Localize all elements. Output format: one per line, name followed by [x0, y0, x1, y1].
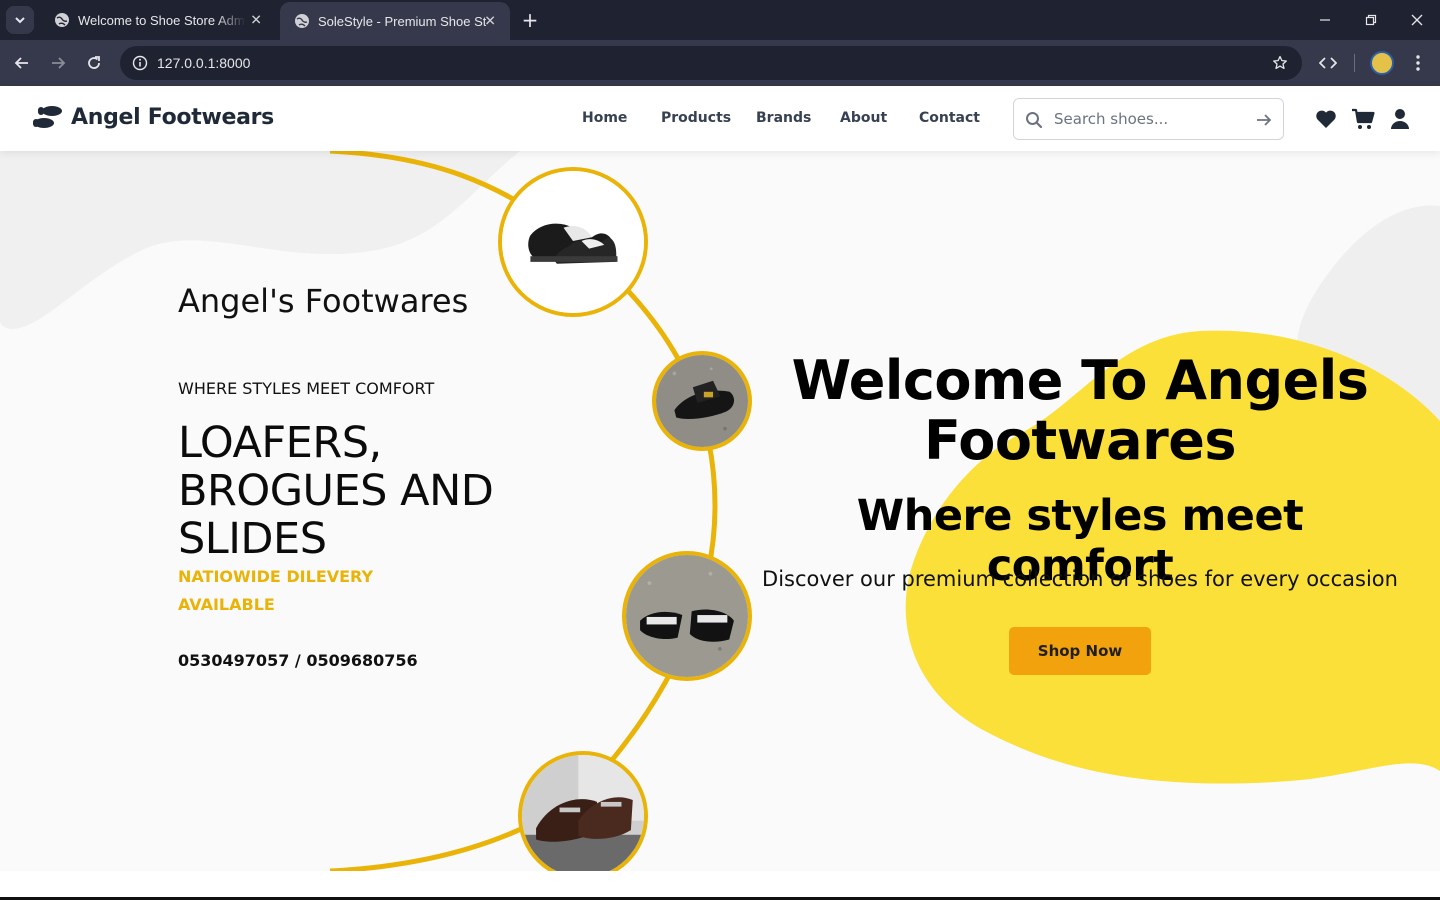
search-input[interactable]	[1054, 108, 1244, 130]
search-icon	[1026, 112, 1043, 129]
arrow-left-icon	[14, 57, 28, 69]
contact-phones: 0530497057 / 0509680756	[178, 651, 418, 670]
restore-button[interactable]	[1359, 8, 1383, 32]
tab-title: Welcome to Shoe Store Admin	[78, 12, 246, 28]
brand-name: Angel Footwears	[71, 104, 274, 130]
store-tagline: WHERE STYLES MEET COMFORT	[178, 379, 435, 398]
brown-mule-image	[522, 755, 644, 871]
brand-logo[interactable]: Angel Footwears	[32, 104, 274, 130]
hero-section: Angel's Footwares WHERE STYLES MEET COMF…	[0, 151, 1440, 871]
browser-tab-solestyle[interactable]: SoleStyle - Premium Shoe Store ✕	[280, 2, 510, 40]
bookmark-star-icon[interactable]	[1270, 53, 1290, 73]
browser-menu-button[interactable]	[1406, 51, 1430, 75]
product-circle-slide-versace[interactable]	[622, 551, 752, 681]
store-title: Angel's Footwares	[178, 282, 469, 320]
kebab-menu-icon	[1416, 55, 1420, 71]
close-window-button[interactable]	[1405, 8, 1429, 32]
reload-icon	[88, 56, 100, 69]
nav-about[interactable]: About	[840, 110, 887, 126]
url-text: 127.0.0.1:8000	[157, 55, 251, 71]
product-circle-loafer[interactable]	[498, 167, 648, 317]
profile-avatar[interactable]	[1370, 51, 1394, 75]
tab-search-button[interactable]	[6, 6, 34, 34]
forward-button[interactable]	[46, 51, 70, 75]
back-button[interactable]	[10, 51, 34, 75]
loafer-shoe-image	[502, 171, 644, 313]
patterned-slide-image	[626, 555, 748, 677]
nav-products[interactable]: Products	[661, 110, 731, 126]
cart-button[interactable]	[1351, 107, 1375, 131]
nav-brands[interactable]: Brands	[756, 110, 811, 126]
arrow-right-icon[interactable]	[1255, 111, 1273, 129]
globe-icon	[295, 14, 309, 28]
toolbar-divider	[1354, 54, 1355, 72]
devtools-button[interactable]	[1316, 51, 1340, 75]
site-header: Angel Footwears Home Products Brands Abo…	[0, 86, 1440, 151]
tab-title: SoleStyle - Premium Shoe Store	[318, 13, 486, 29]
nav-home[interactable]: Home	[582, 110, 627, 126]
globe-icon	[55, 13, 69, 27]
styles-headline: LOAFERS, BROGUES AND SLIDES	[178, 418, 494, 564]
chevron-down-icon	[15, 17, 25, 24]
wishlist-button[interactable]	[1314, 107, 1338, 131]
hero-heading: Welcome To Angels Footwares	[791, 349, 1369, 472]
section-divider	[0, 871, 1440, 900]
product-circle-slide-black[interactable]	[652, 351, 752, 451]
arrow-right-icon	[52, 57, 66, 69]
user-icon	[1391, 109, 1409, 129]
site-info-icon[interactable]	[130, 53, 150, 73]
minimize-icon	[1320, 19, 1330, 21]
close-icon	[1411, 14, 1423, 26]
restore-icon	[1365, 14, 1377, 26]
new-tab-button[interactable]: +	[518, 8, 542, 32]
browser-toolbar: 127.0.0.1:8000	[0, 40, 1440, 86]
product-circle-mule[interactable]	[518, 751, 648, 871]
hero-description: Discover our premium collection of shoes…	[762, 567, 1398, 591]
search-box	[1013, 98, 1284, 140]
black-slide-image	[656, 355, 748, 447]
delivery-notice: NATIOWIDE DILEVERY AVAILABLE	[178, 567, 374, 614]
heart-icon	[1316, 110, 1336, 128]
close-tab-icon[interactable]: ✕	[250, 12, 262, 29]
account-button[interactable]	[1388, 107, 1412, 131]
shop-now-button[interactable]: Shop Now	[1009, 627, 1151, 675]
reload-button[interactable]	[82, 51, 106, 75]
minimize-button[interactable]	[1313, 8, 1337, 32]
cart-icon	[1352, 108, 1375, 129]
address-bar[interactable]: 127.0.0.1:8000	[120, 46, 1302, 80]
browser-tabstrip: Welcome to Shoe Store Admin ✕ SoleStyle …	[0, 0, 1440, 40]
browser-tab-admin[interactable]: Welcome to Shoe Store Admin ✕	[40, 0, 276, 40]
code-icon	[1319, 57, 1337, 69]
nav-contact[interactable]: Contact	[919, 110, 980, 126]
close-tab-icon[interactable]: ✕	[484, 13, 496, 30]
shoe-prints-icon	[33, 106, 62, 128]
